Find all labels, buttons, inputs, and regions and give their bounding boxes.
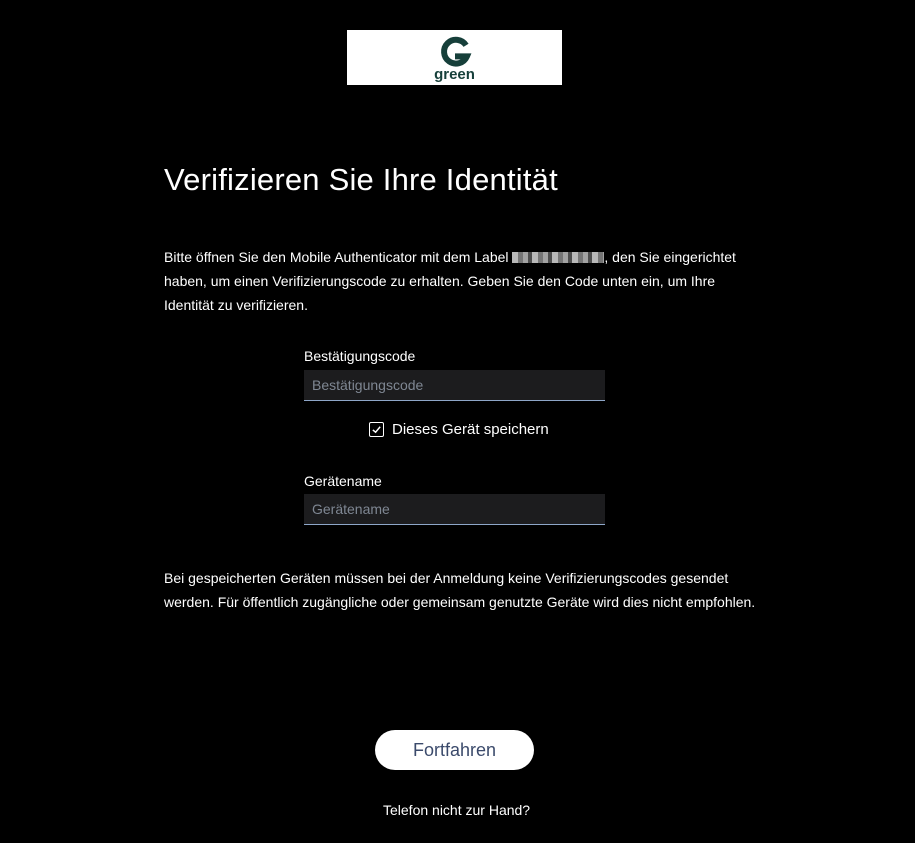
intro-text-before: Bitte öffnen Sie den Mobile Authenticato… xyxy=(164,249,513,265)
checkmark-icon xyxy=(372,426,381,434)
page-title: Verifizieren Sie Ihre Identität xyxy=(164,162,558,197)
redacted-label xyxy=(512,252,605,263)
no-phone-link[interactable]: Telefon nicht zur Hand? xyxy=(383,802,530,818)
saved-devices-note: Bei gespeicherten Geräten müssen bei der… xyxy=(164,570,756,610)
device-name-label: Gerätename xyxy=(304,473,382,489)
remember-device-checkbox[interactable] xyxy=(369,422,384,437)
device-name-input[interactable] xyxy=(304,494,605,525)
continue-button[interactable]: Fortfahren xyxy=(375,730,534,770)
brand-logo: green xyxy=(347,30,562,85)
code-field-label: Bestätigungscode xyxy=(304,348,416,364)
intro-text: Bitte öffnen Sie den Mobile Authenticato… xyxy=(164,245,744,317)
logo-text: green xyxy=(434,65,475,83)
logo-g-icon xyxy=(440,36,471,67)
code-input[interactable] xyxy=(304,370,605,401)
remember-device-label: Dieses Gerät speichern xyxy=(392,421,549,438)
remember-device-toggle[interactable]: Dieses Gerät speichern xyxy=(369,421,549,438)
